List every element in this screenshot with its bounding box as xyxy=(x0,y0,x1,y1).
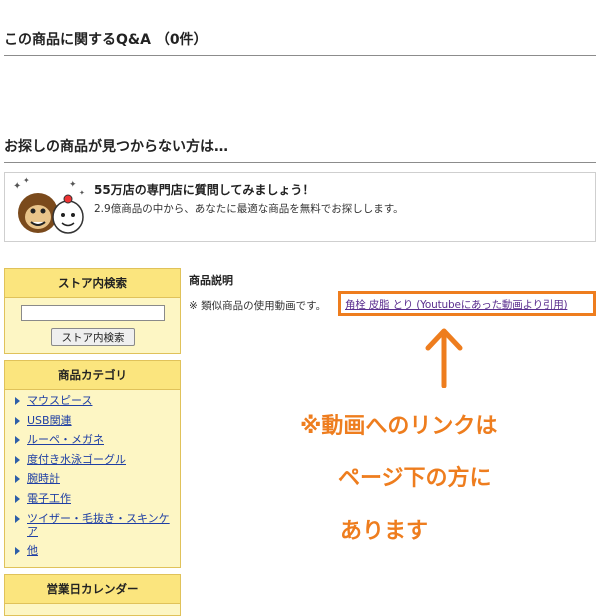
category-item[interactable]: 他 xyxy=(13,544,180,557)
category-item[interactable]: USB関連 xyxy=(13,414,180,427)
svg-text:✦: ✦ xyxy=(13,181,21,192)
category-link[interactable]: ツイザー・毛抜き・スキンケア xyxy=(27,512,170,538)
annotation-line-3: あります xyxy=(340,519,429,544)
category-item[interactable]: 電子工作 xyxy=(13,492,180,505)
category-link[interactable]: USB関連 xyxy=(27,414,72,427)
triangle-bullet-icon xyxy=(15,436,20,445)
category-link[interactable]: 度付き水泳ゴーグル xyxy=(27,453,126,466)
svg-text:✦: ✦ xyxy=(23,177,30,185)
store-search-button[interactable]: ストア内検索 xyxy=(51,328,135,346)
category-box: 商品カテゴリ マウスピース USB関連 ルーペ・メガネ 度付き水泳ゴーグル 腕時… xyxy=(4,360,181,568)
annotation-line-2: ページ下の方に xyxy=(338,466,492,491)
annotation-line-1: ※動画へのリンクは xyxy=(300,414,498,439)
triangle-bullet-icon xyxy=(15,416,20,425)
video-link[interactable]: 角栓 皮脂 とり (Youtubeにあった動画より引用) xyxy=(345,297,568,312)
up-arrow-icon xyxy=(425,328,463,388)
category-link[interactable]: ルーペ・メガネ xyxy=(27,433,104,446)
category-item[interactable]: 腕時計 xyxy=(13,472,180,485)
promo-title[interactable]: 55万店の専門店に質問してみましょう！ xyxy=(94,181,314,198)
video-link-highlight: 角栓 皮脂 とり (Youtubeにあった動画より引用) xyxy=(338,291,596,316)
category-link[interactable]: 電子工作 xyxy=(27,492,71,505)
category-link[interactable]: 他 xyxy=(27,544,38,557)
triangle-bullet-icon xyxy=(15,475,20,484)
svg-text:✦: ✦ xyxy=(69,180,77,190)
category-link[interactable]: 腕時計 xyxy=(27,472,60,485)
svg-text:✦: ✦ xyxy=(79,189,85,197)
not-found-heading: お探しの商品が見つからない方は… xyxy=(4,136,596,163)
triangle-bullet-icon xyxy=(15,397,20,405)
category-list: マウスピース USB関連 ルーペ・メガネ 度付き水泳ゴーグル 腕時計 電子工作 … xyxy=(5,394,180,557)
store-search-header: ストア内検索 xyxy=(5,269,180,298)
triangle-bullet-icon xyxy=(15,547,20,556)
triangle-bullet-icon xyxy=(15,494,20,503)
category-item[interactable]: ツイザー・毛抜き・スキンケア xyxy=(13,512,180,538)
store-search-box: ストア内検索 ストア内検索 xyxy=(4,268,181,354)
triangle-bullet-icon xyxy=(15,514,20,523)
category-link[interactable]: マウスピース xyxy=(27,394,92,407)
product-description-label: 商品説明 xyxy=(189,274,233,287)
category-header: 商品カテゴリ xyxy=(5,361,180,390)
qa-heading: この商品に関するQ&A （0件） xyxy=(4,29,596,56)
category-item[interactable]: マウスピース xyxy=(13,394,180,407)
store-search-input[interactable] xyxy=(21,305,165,321)
ask-specialist-banner[interactable]: ✦ ✦ ✦ ✦ 55万店の専門店に質問してみましょう！ 2.9億商品の中から、あ… xyxy=(4,172,596,242)
similar-video-note: ※ 類似商品の使用動画です。 xyxy=(189,300,327,312)
mascot-icon: ✦ ✦ ✦ ✦ xyxy=(13,177,85,234)
promo-description: 2.9億商品の中から、あなたに最適な商品を無料でお探しします。 xyxy=(94,203,404,215)
business-calendar-box: 営業日カレンダー xyxy=(4,574,181,616)
triangle-bullet-icon xyxy=(15,455,20,464)
category-item[interactable]: ルーペ・メガネ xyxy=(13,433,180,446)
category-item[interactable]: 度付き水泳ゴーグル xyxy=(13,453,180,466)
